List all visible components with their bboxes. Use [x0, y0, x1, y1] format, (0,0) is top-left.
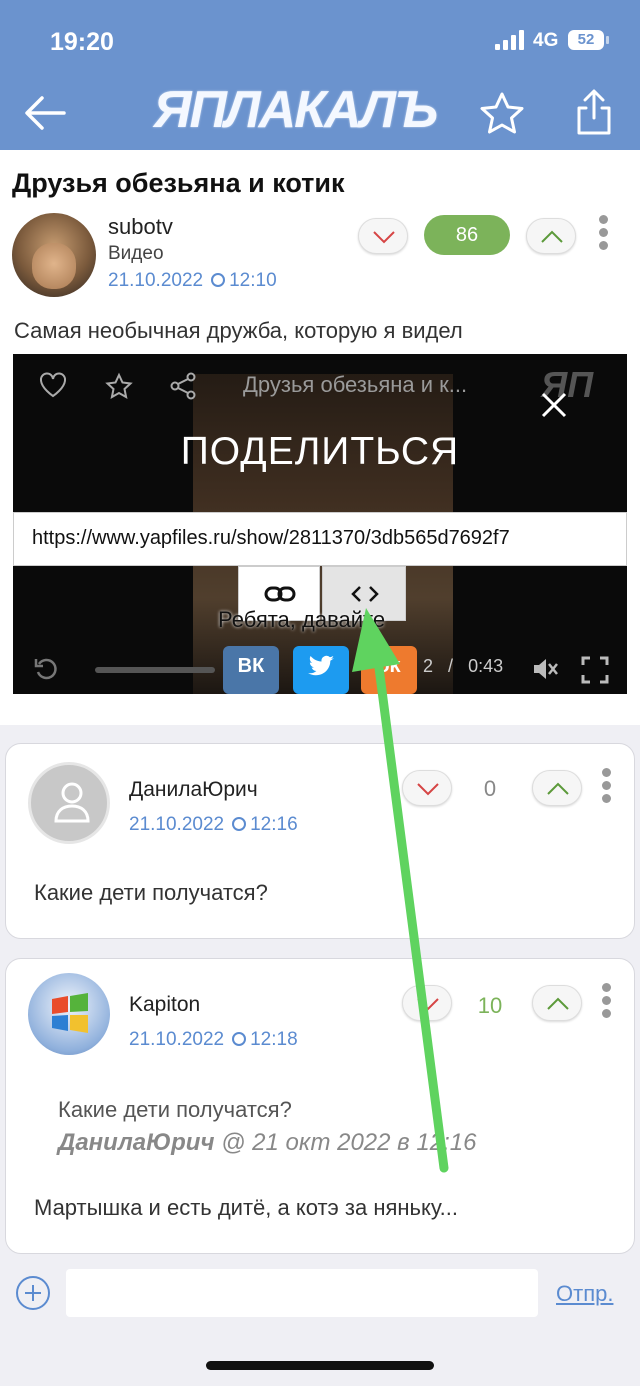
- post-card: Друзья обезьяна и котик subotv Видео 21.…: [0, 150, 640, 725]
- comment-author[interactable]: ДанилаЮрич: [129, 778, 258, 802]
- chevron-up-icon: [541, 230, 563, 243]
- clock-icon: [232, 817, 247, 831]
- send-button[interactable]: Отпр.: [556, 1281, 613, 1307]
- comment-card: ДанилаЮрич 21.10.2022 12:16 0 Какие дети …: [5, 743, 635, 939]
- comment-menu-button[interactable]: [602, 983, 612, 1023]
- comment-card: Kapiton 21.10.2022 12:18 10 Какие дети по…: [5, 958, 635, 1254]
- share-button[interactable]: [572, 88, 616, 136]
- post-menu-button[interactable]: [599, 215, 609, 255]
- comment-text: Мартышка и есть дитё, а котэ за няньку..…: [34, 1195, 459, 1220]
- downvote-button[interactable]: [402, 985, 452, 1021]
- video-progress-bar[interactable]: [95, 667, 215, 673]
- app-root: 19:20 4G 52 ЯПЛАКАЛЪ Друзья обезьяна и к…: [0, 0, 640, 1386]
- downvote-button[interactable]: [402, 770, 452, 806]
- top-bar: 19:20 4G 52 ЯПЛАКАЛЪ: [0, 0, 640, 150]
- video-subtitle: Ребята, давайте: [218, 607, 386, 632]
- video-player[interactable]: Друзья обезьяна и к... ЯП ПОДЕЛИТЬСЯ htt…: [13, 354, 627, 694]
- comment-time-text: 12:18: [250, 1029, 298, 1050]
- video-time-current: 2: [423, 656, 434, 676]
- comment-score: 0: [483, 776, 497, 801]
- downvote-button[interactable]: [358, 218, 408, 254]
- post-date-text: 21.10.2022: [108, 270, 204, 291]
- upvote-button[interactable]: [526, 218, 576, 254]
- site-logo[interactable]: ЯПЛАКАЛЪ: [140, 80, 450, 144]
- battery-icon: 52: [568, 30, 609, 50]
- clock-icon: [232, 1032, 247, 1046]
- share-url-field[interactable]: https://www.yapfiles.ru/show/2811370/3db…: [13, 512, 627, 566]
- post-time-text: 12:10: [229, 270, 277, 291]
- author-avatar[interactable]: [12, 213, 96, 297]
- comment-time-text: 12:16: [250, 814, 298, 835]
- plus-icon: [25, 1285, 41, 1301]
- default-avatar[interactable]: [28, 762, 110, 844]
- comment-date: 21.10.2022 12:16: [129, 814, 298, 836]
- comment-input[interactable]: [66, 1269, 538, 1317]
- close-icon[interactable]: [539, 390, 569, 420]
- comment-text: Какие дети получатся?: [34, 880, 268, 905]
- status-bar: 19:20 4G 52: [0, 0, 640, 80]
- status-time: 19:20: [50, 28, 114, 56]
- back-arrow-icon: [25, 96, 66, 130]
- fullscreen-icon[interactable]: [581, 656, 609, 684]
- link-icon: [264, 586, 296, 602]
- video-top-bar: Друзья обезьяна и к... ЯП: [13, 354, 627, 416]
- network-type: 4G: [533, 30, 559, 51]
- quote-author[interactable]: ДанилаЮрич: [58, 1129, 214, 1156]
- video-time-sep: /: [448, 656, 454, 676]
- share-twitter-button[interactable]: [293, 646, 349, 694]
- code-icon: [351, 586, 379, 602]
- windows-logo-icon: [52, 993, 88, 1033]
- post-author[interactable]: subotv: [108, 214, 173, 240]
- comment-composer: Отпр.: [0, 1256, 640, 1330]
- share-ok-button[interactable]: ok: [361, 646, 417, 694]
- share-vk-button[interactable]: ВК: [223, 646, 279, 694]
- heart-icon[interactable]: [39, 372, 67, 398]
- user-icon: [54, 782, 90, 823]
- signal-icon: [495, 30, 525, 50]
- quote-meta: @ 21 окт 2022 в 12:16: [221, 1129, 477, 1156]
- post-date: 21.10.2022 12:10: [108, 270, 277, 292]
- post-description: Самая необычная дружба, которую я видел: [14, 318, 463, 343]
- comment-menu-button[interactable]: [602, 768, 612, 808]
- back-button[interactable]: [22, 90, 68, 136]
- upvote-button[interactable]: [532, 985, 582, 1021]
- share-heading: ПОДЕЛИТЬСЯ: [180, 430, 460, 473]
- upvote-button[interactable]: [532, 770, 582, 806]
- quoted-text: Какие дети получатся?: [58, 1097, 292, 1122]
- video-title: Друзья обезьяна и к...: [243, 372, 468, 397]
- post-score: 86: [424, 215, 510, 255]
- attach-button[interactable]: [16, 1276, 50, 1310]
- comment-date-text: 21.10.2022: [129, 1029, 225, 1050]
- comment-date-text: 21.10.2022: [129, 814, 225, 835]
- star-icon: [480, 92, 524, 134]
- share-icon: [577, 89, 611, 135]
- twitter-bird-icon: [308, 655, 334, 676]
- replay-icon[interactable]: [33, 656, 59, 682]
- chevron-up-icon: [547, 782, 569, 795]
- chevron-down-icon: [417, 783, 439, 796]
- post-category[interactable]: Видео: [108, 243, 164, 265]
- home-indicator[interactable]: [206, 1361, 434, 1370]
- chevron-down-icon: [373, 231, 395, 244]
- favorite-button[interactable]: [478, 90, 526, 138]
- user-avatar[interactable]: [28, 973, 110, 1055]
- star-outline-icon[interactable]: [105, 372, 133, 400]
- share-nodes-icon[interactable]: [169, 372, 197, 400]
- clock-icon: [211, 273, 226, 287]
- video-time-total: 0:43: [468, 656, 504, 676]
- chevron-down-icon: [417, 998, 439, 1011]
- mute-icon[interactable]: [531, 656, 559, 682]
- comment-date: 21.10.2022 12:18: [129, 1029, 298, 1051]
- comment-score: 10: [477, 993, 503, 1018]
- post-title: Друзья обезьяна и котик: [12, 168, 345, 198]
- quote-attribution: ДанилаЮрич @ 21 окт 2022 в 12:16: [58, 1129, 476, 1157]
- chevron-up-icon: [547, 997, 569, 1010]
- comment-author[interactable]: Kapiton: [129, 993, 200, 1017]
- section-gap: [0, 725, 640, 743]
- video-time: 2 / 0:43: [423, 656, 503, 677]
